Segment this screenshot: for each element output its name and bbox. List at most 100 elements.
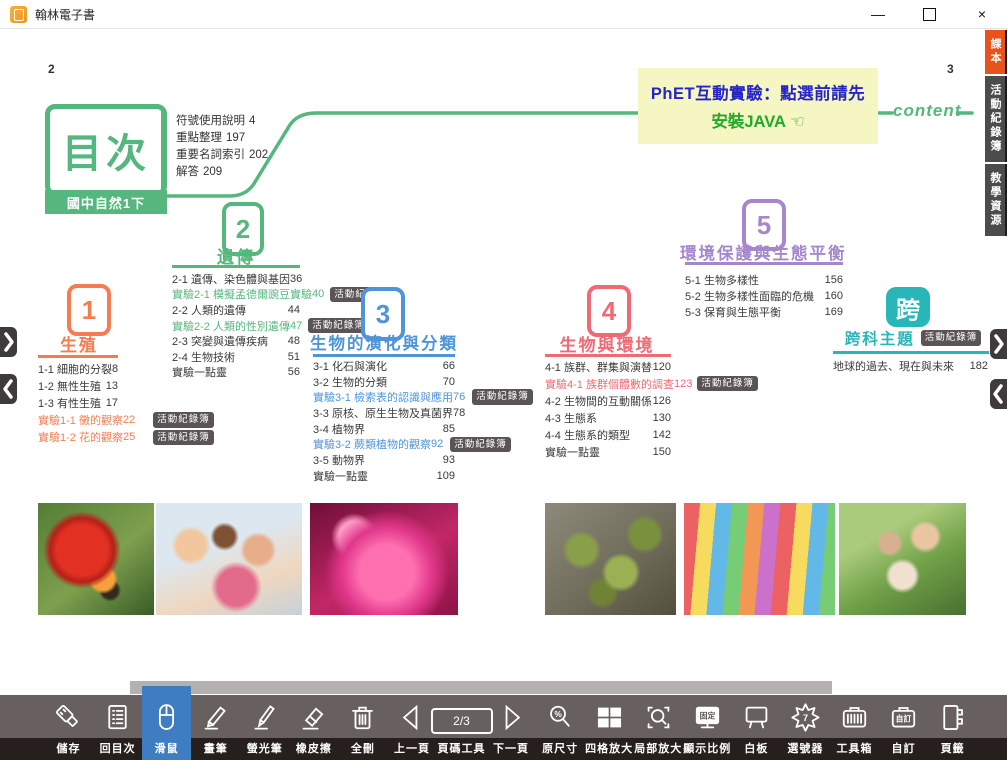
app-window: 翰林電子書 — × 2 3 目次 國中自然1下 符號使用說明4重點整理197重要…: [0, 0, 1007, 760]
toc-entry[interactable]: 實驗2-2 人類的性別遺傳47活動紀錄簿: [172, 318, 300, 334]
photo-microscopic-green-cells: [545, 503, 676, 615]
toc-entry[interactable]: 實驗4-1 族群個體數的調查123活動紀錄簿: [545, 375, 671, 392]
toc-entry-page: 44: [276, 304, 300, 316]
chapter-title: 跨科主題: [845, 327, 915, 349]
toc-entry-label: 2-4 生物技術: [172, 349, 276, 365]
front-matter-item[interactable]: 符號使用說明4: [176, 112, 268, 129]
toc-entry[interactable]: 實驗一點靈109: [313, 468, 455, 484]
page-tab-icon: [936, 697, 969, 737]
page-forward-left-button[interactable]: [0, 327, 17, 357]
toc-entry[interactable]: 1-1 細胞的分裂8: [38, 360, 118, 377]
page-back-right-button[interactable]: [990, 379, 1007, 409]
toc-entry[interactable]: 實驗1-1 黴的觀察22活動紀錄簿: [38, 412, 118, 429]
toc-entry-label: 2-1 遺傳、染色體與基因: [172, 271, 290, 287]
sidebar-tab-textbook[interactable]: 課本: [985, 30, 1007, 74]
photo-children-gardening: [839, 503, 966, 615]
toc-entry[interactable]: 2-2 人類的遺傳44: [172, 302, 300, 318]
sidebar-tab-activity-book[interactable]: 活動紀錄簿: [985, 76, 1007, 162]
toc-entry-label: 實驗4-1 族群個體數的調查: [545, 376, 674, 392]
toc-entry[interactable]: 4-4 生態系的類型142: [545, 426, 671, 443]
toc-entry[interactable]: 3-5 動物界93: [313, 452, 455, 468]
toc-entry-label: 實驗2-1 模擬孟德爾豌豆實驗: [172, 286, 312, 302]
toc-entry[interactable]: 3-4 植物界85: [313, 421, 455, 437]
chapter-badge-4[interactable]: 4: [587, 285, 631, 337]
toc-entry[interactable]: 1-3 有性生殖17: [38, 394, 118, 411]
toc-entry[interactable]: 實驗1-2 花的觀察25活動紀錄簿: [38, 429, 118, 446]
front-matter-label: 重要名詞索引: [176, 149, 245, 161]
activity-book-badge[interactable]: 活動紀錄簿: [450, 437, 511, 453]
toc-entry[interactable]: 4-2 生物間的互動關係126: [545, 392, 671, 409]
toc-entry[interactable]: 5-2 生物多樣性面臨的危機160: [685, 288, 843, 304]
toc-entry[interactable]: 2-3 突變與遺傳疾病48: [172, 333, 300, 349]
chapter-badge-跨[interactable]: 跨: [886, 287, 930, 327]
toc-entry-label: 地球的過去、現在與未來: [833, 358, 964, 374]
canvas-scrollbar[interactable]: [130, 681, 832, 694]
toc-entry-label: 實驗一點靈: [545, 444, 647, 460]
phet-java-note[interactable]: PhET互動實驗：點選前請先 安裝JAVA ☜: [638, 68, 878, 144]
toc-entry-label: 實驗2-2 人類的性別遺傳: [172, 318, 290, 334]
minimize-button[interactable]: —: [867, 1, 889, 27]
activity-book-badge[interactable]: 活動紀錄簿: [153, 412, 214, 428]
chapter-item-list: 4-1 族群、群集與演替120實驗4-1 族群個體數的調查123活動紀錄簿4-2…: [545, 358, 671, 460]
toc-entry-label: 4-3 生態系: [545, 410, 647, 426]
toc-entry-page: 85: [431, 423, 455, 435]
front-matter-item[interactable]: 重要名詞索引202: [176, 146, 268, 163]
chapter-underline: [172, 265, 300, 268]
page-forward-right-button[interactable]: [990, 329, 1007, 359]
page-indicator: 2/3: [431, 708, 493, 734]
toc-entry-label: 4-2 生物間的互動關係: [545, 393, 652, 409]
toc-entry[interactable]: 5-1 生物多樣性156: [685, 272, 843, 288]
toc-entry[interactable]: 3-1 化石與演化66: [313, 358, 455, 374]
front-matter-page: 4: [249, 115, 255, 127]
chapter-title: 生殖: [32, 331, 126, 356]
activity-book-badge[interactable]: 活動紀錄簿: [697, 376, 758, 392]
sidebar-tab-teaching-resources[interactable]: 教學資源: [985, 164, 1007, 236]
chapter-item-list: 3-1 化石與演化663-2 生物的分類70實驗3-1 檢索表的認識與應用76活…: [313, 358, 455, 484]
toc-entry-page: 130: [647, 412, 671, 424]
toc-entry-page: 93: [431, 454, 455, 466]
toc-entry-label: 3-5 動物界: [313, 452, 431, 468]
window-titlebar: 翰林電子書 — ×: [0, 0, 1007, 29]
activity-book-badge[interactable]: 活動紀錄簿: [153, 430, 214, 446]
toc-entry[interactable]: 3-2 生物的分類70: [313, 374, 455, 390]
mouse-icon: [150, 697, 183, 737]
chapter-item-list: 5-1 生物多樣性1565-2 生物多樣性面臨的危機1605-3 保育與生態平衡…: [685, 272, 843, 320]
toc-entry[interactable]: 5-3 保育與生態平衡169: [685, 304, 843, 320]
front-matter-item[interactable]: 解答209: [176, 163, 268, 180]
toc-entry[interactable]: 4-1 族群、群集與演替120: [545, 358, 671, 375]
chapter-badge-1[interactable]: 1: [67, 284, 111, 336]
toolbox-icon: [838, 697, 871, 737]
maximize-button[interactable]: [919, 1, 941, 27]
chapter-title-row: 跨科主題活動紀錄簿: [833, 327, 993, 349]
toc-entry[interactable]: 實驗一點靈150: [545, 443, 671, 460]
toc-entry-label: 實驗1-2 花的觀察: [38, 429, 123, 445]
activity-book-badge[interactable]: 活動紀錄簿: [921, 330, 982, 346]
front-matter-label: 重點整理: [176, 132, 222, 144]
toc-entry-page: 156: [819, 274, 843, 286]
activity-book-badge[interactable]: 活動紀錄簿: [472, 389, 533, 405]
toc-entry[interactable]: 實驗2-1 模擬孟德爾豌豆實驗40活動紀錄簿: [172, 287, 300, 303]
toc-entry[interactable]: 地球的過去、現在與未來182: [833, 358, 988, 374]
delete-all-icon: [346, 697, 379, 737]
toc-entry[interactable]: 實驗3-2 蕨類植物的觀察92活動紀錄簿: [313, 436, 455, 452]
toc-entry[interactable]: 4-3 生態系130: [545, 409, 671, 426]
toc-entry[interactable]: 2-4 生物技術51: [172, 349, 300, 365]
toc-entry-label: 1-3 有性生殖: [38, 395, 101, 411]
number-picker-icon: 7: [789, 697, 822, 737]
toc-entry[interactable]: 3-3 原核、原生生物及真菌界78: [313, 405, 455, 421]
quad-zoom-icon: [593, 697, 626, 737]
toc-entry-page: 36: [290, 273, 302, 285]
toc-entry[interactable]: 實驗一點靈56: [172, 365, 300, 381]
toc-entry-page: 126: [652, 395, 671, 407]
page-number-right: 3: [947, 62, 954, 76]
toc-entry[interactable]: 1-2 無性生殖13: [38, 377, 118, 394]
svg-text:7: 7: [803, 712, 808, 722]
tool-page-tab[interactable]: 頁籤: [928, 695, 977, 760]
page-back-left-button[interactable]: [0, 374, 17, 404]
toc-entry[interactable]: 2-1 遺傳、染色體與基因36: [172, 271, 300, 287]
front-matter-item[interactable]: 重點整理197: [176, 129, 268, 146]
toc-divider: [161, 108, 164, 196]
chapter-underline: [833, 351, 989, 354]
toc-entry[interactable]: 實驗3-1 檢索表的認識與應用76活動紀錄簿: [313, 389, 455, 405]
close-button[interactable]: ×: [971, 1, 993, 27]
